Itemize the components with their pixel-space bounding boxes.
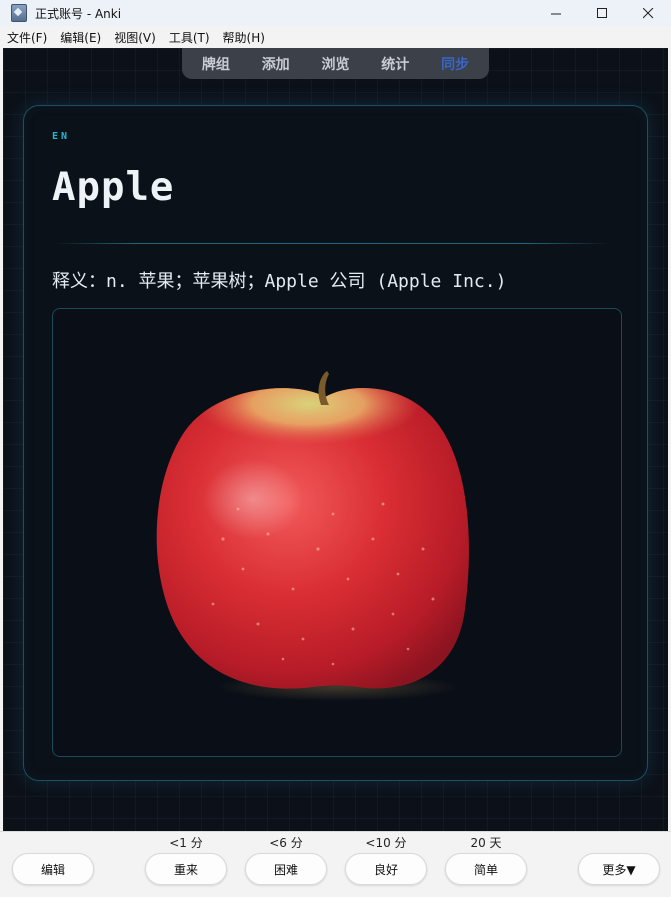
menu-tools[interactable]: 工具(T): [162, 29, 216, 46]
good-button[interactable]: 良好: [345, 853, 427, 885]
again-button[interactable]: 重来: [145, 853, 227, 885]
card-word: Apple: [52, 165, 175, 210]
maximize-icon: [596, 7, 607, 18]
language-tag: EN: [52, 131, 71, 142]
maximize-button[interactable]: [579, 0, 625, 26]
apple-image: [156, 371, 469, 701]
title-bar: 正式账号 - Anki: [0, 0, 671, 26]
edit-button[interactable]: 编辑: [12, 853, 94, 885]
interval-hard: <6 分: [269, 836, 303, 850]
menu-view[interactable]: 视图(V): [107, 29, 162, 46]
interval-easy: 20 天: [470, 836, 502, 850]
nav-stats[interactable]: 统计: [381, 54, 409, 74]
hard-button[interactable]: 困难: [245, 853, 327, 885]
close-icon: [642, 7, 653, 18]
card-divider: [52, 243, 612, 244]
interval-good: <10 分: [365, 836, 407, 850]
minimize-button[interactable]: [533, 0, 579, 26]
window-controls: [533, 0, 671, 26]
card-image-frame: [52, 308, 622, 757]
window-title: 正式账号 - Anki: [35, 6, 122, 21]
more-button[interactable]: 更多▼: [578, 853, 660, 885]
easy-button[interactable]: 简单: [445, 853, 527, 885]
anki-window: 正式账号 - Anki 文件(F) 编辑(E) 视图(V) 工具(T) 帮助(H…: [0, 0, 671, 897]
menu-edit[interactable]: 编辑(E): [53, 29, 107, 46]
nav-sync[interactable]: 同步: [441, 54, 469, 74]
top-toolbar: 牌组 添加 浏览 统计 同步: [182, 48, 489, 79]
menu-bar: 文件(F) 编辑(E) 视图(V) 工具(T) 帮助(H): [0, 26, 671, 48]
nav-decks[interactable]: 牌组: [202, 54, 230, 74]
menu-file[interactable]: 文件(F): [0, 29, 53, 46]
close-button[interactable]: [625, 0, 671, 26]
anki-app-icon: [11, 4, 27, 22]
interval-again: <1 分: [169, 836, 203, 850]
answer-bar: <1 分 <6 分 <10 分 20 天 编辑 重来 困难 良好 简单 更多▼: [0, 831, 671, 897]
menu-help[interactable]: 帮助(H): [216, 29, 271, 46]
nav-browse[interactable]: 浏览: [321, 54, 349, 74]
card-definition: 释义：n. 苹果；苹果树；Apple 公司 (Apple Inc.): [52, 271, 507, 292]
minimize-icon: [550, 13, 561, 14]
nav-add[interactable]: 添加: [262, 54, 290, 74]
